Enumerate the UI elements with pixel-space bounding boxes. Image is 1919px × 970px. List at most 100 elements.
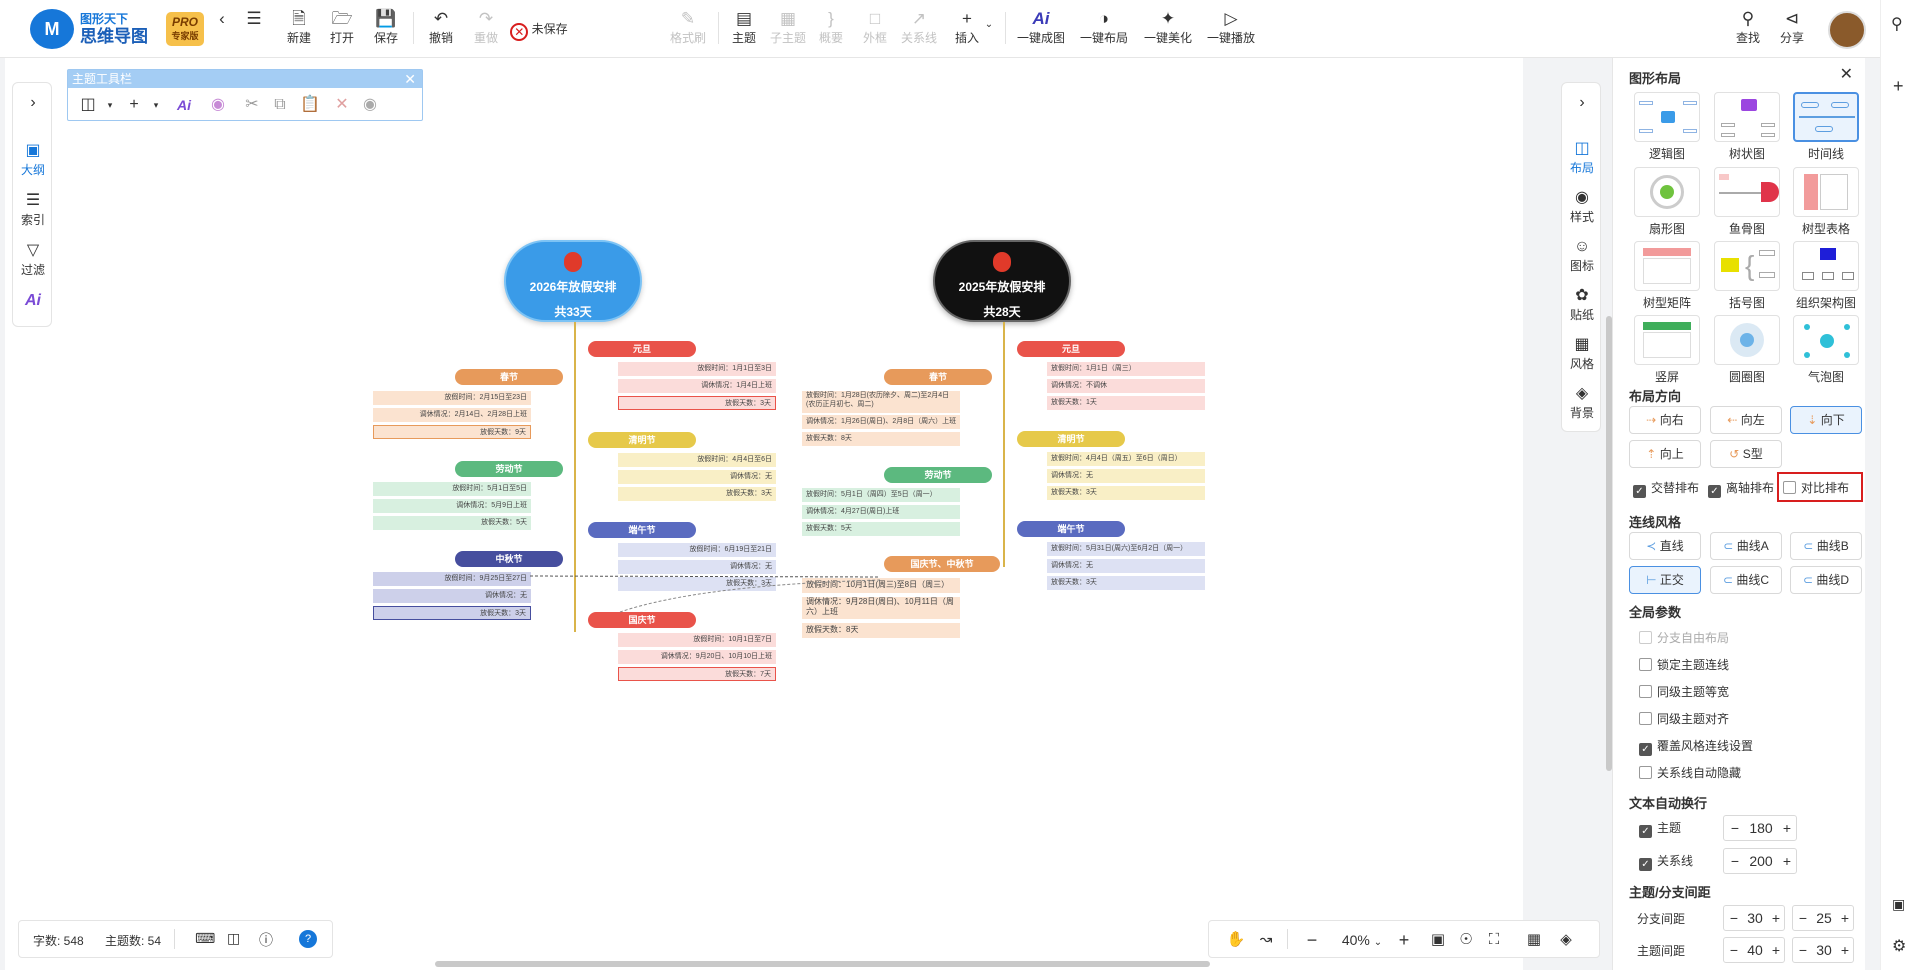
keyboard-icon[interactable]: ⌨ bbox=[195, 930, 215, 947]
collapse-left-button[interactable]: › bbox=[13, 93, 53, 113]
plus-icon[interactable]: + bbox=[122, 94, 146, 116]
topic-toolbar-header[interactable]: 主题工具栏 ✕ bbox=[68, 70, 422, 88]
gear-icon[interactable]: ⚙ bbox=[1892, 936, 1906, 956]
minus-icon[interactable]: − bbox=[1727, 938, 1741, 962]
tab-theme[interactable]: ▦ 风格 bbox=[1562, 335, 1602, 372]
wrap-topic-stepper[interactable]: −180 + bbox=[1723, 815, 1797, 841]
topic-spacing-v-stepper[interactable]: −30 + bbox=[1792, 937, 1854, 963]
tab-style[interactable]: ◉ 样式 bbox=[1562, 188, 1602, 225]
chevron-down-icon[interactable]: ▾ bbox=[98, 94, 122, 116]
chevron-down-icon[interactable]: ▾ bbox=[144, 94, 168, 116]
minus-icon[interactable]: − bbox=[1796, 938, 1810, 962]
layout-option-timeline[interactable]: 时间线 bbox=[1790, 92, 1862, 162]
hand-icon[interactable]: ✋ bbox=[1225, 930, 1247, 950]
override-lines-checkbox[interactable]: ✓ 覆盖风格连线设置 bbox=[1639, 738, 1753, 756]
stepper-value[interactable]: 40 bbox=[1741, 938, 1769, 962]
branch-spacing-h-stepper[interactable]: −30 + bbox=[1723, 905, 1785, 931]
stepper-value[interactable]: 30 bbox=[1741, 906, 1769, 930]
lock-lines-checkbox[interactable]: 锁定主题连线 bbox=[1639, 657, 1729, 673]
stepper-value[interactable]: 200 bbox=[1742, 849, 1780, 873]
direction-s-button[interactable]: ↺ S型 bbox=[1710, 440, 1782, 468]
minus-icon[interactable]: − bbox=[1727, 906, 1741, 930]
plus-icon[interactable]: + bbox=[1769, 938, 1783, 962]
plus-icon[interactable]: + bbox=[1838, 906, 1852, 930]
copy-icon[interactable]: ⧉ bbox=[268, 94, 292, 116]
layout-option-fishbone[interactable]: 鱼骨图 bbox=[1711, 167, 1783, 237]
close-icon[interactable]: ✕ bbox=[404, 70, 416, 88]
topic-spacing-h-stepper[interactable]: −40 + bbox=[1723, 937, 1785, 963]
tab-sticker[interactable]: ✿ 贴纸 bbox=[1562, 286, 1602, 323]
index-button[interactable]: ☰ 索引 bbox=[13, 191, 53, 228]
minus-icon[interactable]: − bbox=[1728, 849, 1742, 873]
wrap-relation-checkbox[interactable]: ✓ 关系线 bbox=[1639, 853, 1693, 871]
branch-spacing-v-stepper[interactable]: −25 + bbox=[1792, 905, 1854, 931]
palette-icon[interactable]: ◉ bbox=[206, 94, 230, 116]
relation-line[interactable] bbox=[619, 579, 881, 613]
layout-toggle-icon[interactable]: ◫ bbox=[227, 930, 240, 947]
filter-button[interactable]: ▽ 过滤 bbox=[13, 241, 53, 278]
stepper-value[interactable]: 25 bbox=[1810, 906, 1838, 930]
paste-icon[interactable]: 📋 bbox=[298, 94, 322, 116]
layout-option-tree-matrix[interactable]: 树型矩阵 bbox=[1631, 241, 1703, 311]
tab-layout[interactable]: ◫ 布局 bbox=[1562, 139, 1602, 176]
minus-icon[interactable]: − bbox=[1796, 906, 1810, 930]
equal-width-checkbox[interactable]: 同级主题等宽 bbox=[1639, 684, 1729, 700]
ai-button[interactable]: Ai bbox=[13, 291, 53, 311]
wrap-topic-checkbox[interactable]: ✓ 主题 bbox=[1639, 820, 1681, 838]
vertical-scrollbar[interactable] bbox=[1606, 316, 1612, 771]
delete-icon[interactable]: ✕ bbox=[330, 94, 354, 116]
align-checkbox[interactable]: 同级主题对齐 bbox=[1639, 711, 1729, 727]
relation-line[interactable] bbox=[529, 575, 881, 578]
plus-icon[interactable]: + bbox=[1780, 816, 1794, 840]
direction-up-button[interactable]: ⇡ 向上 bbox=[1629, 440, 1701, 468]
zoom-out-button[interactable]: − bbox=[1301, 930, 1323, 950]
line-style-straight[interactable]: ≺ 直线 bbox=[1629, 532, 1701, 560]
stepper-value[interactable]: 180 bbox=[1742, 816, 1780, 840]
layout-option-bracket[interactable]: {括号图 bbox=[1711, 241, 1783, 311]
connect-icon[interactable]: ↝ bbox=[1255, 930, 1277, 950]
layout-option-fan[interactable]: 扇形图 bbox=[1631, 167, 1703, 237]
line-style-curve-b[interactable]: ⊂ 曲线B bbox=[1790, 532, 1862, 560]
tab-background[interactable]: ◈ 背景 bbox=[1562, 384, 1602, 421]
help-icon[interactable]: ? bbox=[299, 930, 317, 948]
horizontal-scrollbar[interactable] bbox=[435, 961, 1210, 967]
scissors-icon[interactable]: ✂ bbox=[240, 94, 264, 116]
direction-right-button[interactable]: ⇢ 向右 bbox=[1629, 406, 1701, 434]
ai-icon[interactable]: Ai bbox=[172, 94, 196, 116]
layout-option-tree[interactable]: 树状图 bbox=[1711, 92, 1783, 162]
layout-option-bubble[interactable]: 气泡图 bbox=[1790, 315, 1862, 385]
layout-option-circle[interactable]: 圆圈图 bbox=[1711, 315, 1783, 385]
close-icon[interactable]: ✕ bbox=[1840, 64, 1853, 84]
collapse-right-button[interactable]: › bbox=[1562, 93, 1602, 113]
info-icon[interactable]: ⓘ bbox=[259, 930, 273, 950]
map-icon[interactable]: ▦ bbox=[1523, 930, 1545, 950]
fit-screen-icon[interactable]: ▣ bbox=[1427, 930, 1449, 950]
stepper-value[interactable]: 30 bbox=[1810, 938, 1838, 962]
eye-icon[interactable]: ◉ bbox=[358, 94, 382, 116]
zoom-in-button[interactable]: + bbox=[1393, 930, 1415, 950]
tab-icon[interactable]: ☺ 图标 bbox=[1562, 237, 1602, 274]
line-style-curve-a[interactable]: ⊂ 曲线A bbox=[1710, 532, 1782, 560]
plus-icon[interactable]: + bbox=[1780, 849, 1794, 873]
copy-style-icon[interactable]: ◫ bbox=[76, 94, 100, 116]
direction-down-button[interactable]: ⇣ 向下 bbox=[1790, 406, 1862, 434]
free-layout-checkbox[interactable]: 分支自由布局 bbox=[1639, 630, 1729, 646]
screenshot-icon[interactable]: ▣ bbox=[1892, 896, 1905, 913]
layers-icon[interactable]: ◈ bbox=[1555, 930, 1577, 950]
fullscreen-icon[interactable]: ⛶ bbox=[1483, 930, 1505, 950]
auto-hide-relation-checkbox[interactable]: 关系线自动隐藏 bbox=[1639, 765, 1741, 781]
plus-icon[interactable]: + bbox=[1893, 76, 1904, 97]
line-style-curve-c[interactable]: ⊂ 曲线C bbox=[1710, 566, 1782, 594]
layout-option-vertical[interactable]: 竖屏 bbox=[1631, 315, 1703, 385]
line-style-curve-d[interactable]: ⊂ 曲线D bbox=[1790, 566, 1862, 594]
plus-icon[interactable]: + bbox=[1769, 906, 1783, 930]
direction-left-button[interactable]: ⇠ 向左 bbox=[1710, 406, 1782, 434]
line-style-orthogonal[interactable]: ⊢ 正交 bbox=[1629, 566, 1701, 594]
minus-icon[interactable]: − bbox=[1728, 816, 1742, 840]
plus-icon[interactable]: + bbox=[1838, 938, 1852, 962]
alternate-checkbox[interactable]: ✓ 交替排布 bbox=[1633, 480, 1699, 498]
axis-checkbox[interactable]: ✓ 离轴排布 bbox=[1708, 480, 1774, 498]
layout-option-org[interactable]: 组织架构图 bbox=[1790, 241, 1862, 311]
wrap-relation-stepper[interactable]: −200 + bbox=[1723, 848, 1797, 874]
zoom-level-select[interactable]: 40% ⌄ bbox=[1335, 930, 1389, 953]
